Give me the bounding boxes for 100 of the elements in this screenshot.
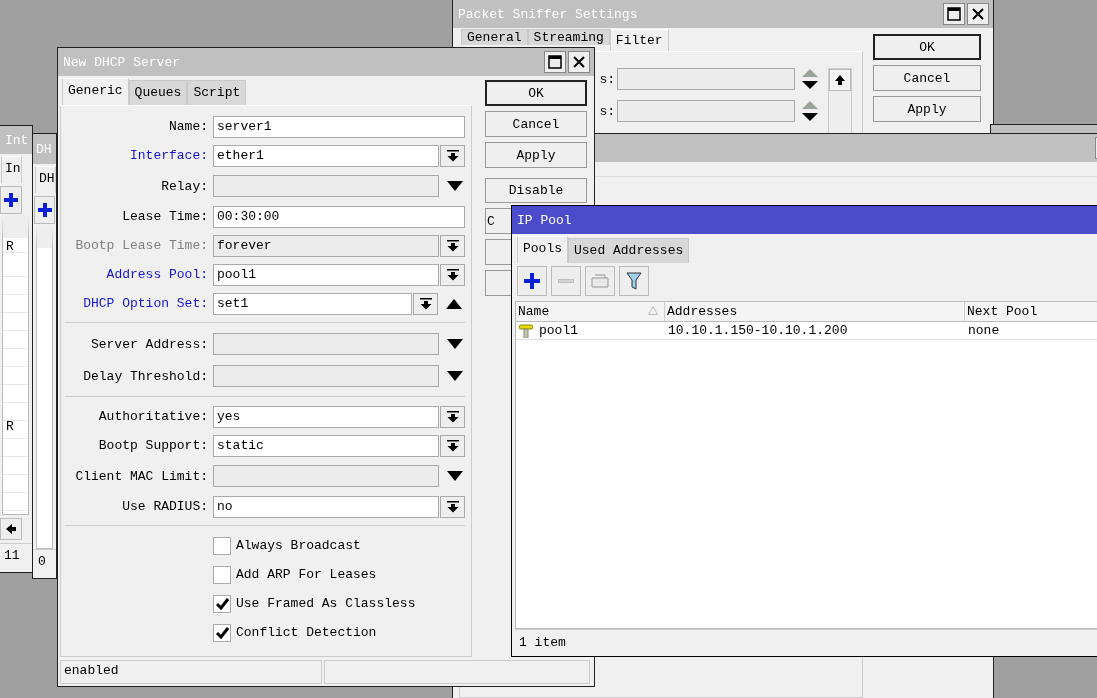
filter-button[interactable] bbox=[619, 266, 649, 296]
column-header[interactable]: Addresses bbox=[665, 302, 965, 321]
triangle-down-icon[interactable] bbox=[447, 471, 463, 481]
tab[interactable]: Script bbox=[187, 80, 247, 105]
arrow-down-icon bbox=[446, 410, 459, 423]
arrow-up-icon bbox=[835, 75, 845, 85]
up-down-arrows-icon[interactable] bbox=[801, 100, 819, 122]
checkbox[interactable] bbox=[213, 594, 231, 613]
field-label: Lease Time: bbox=[121, 209, 209, 224]
field-label: Bootp Lease Time: bbox=[74, 238, 209, 253]
field-label: DHCP Option Set: bbox=[82, 296, 209, 311]
field-label: Address Pool: bbox=[105, 267, 209, 282]
arrow-down-icon bbox=[419, 297, 432, 310]
maximize-icon bbox=[947, 7, 961, 21]
dropdown-button[interactable] bbox=[440, 144, 465, 167]
scroll-up-button[interactable] bbox=[829, 69, 851, 91]
checkbox[interactable] bbox=[213, 536, 231, 555]
dropdown-button[interactable] bbox=[440, 234, 465, 257]
plus-icon bbox=[4, 193, 18, 207]
up-down-arrows-icon[interactable] bbox=[801, 68, 819, 90]
sort-icon bbox=[648, 306, 658, 315]
field-label: Name: bbox=[168, 119, 209, 134]
dialog-button[interactable]: Apply bbox=[873, 96, 981, 122]
dropdown-field[interactable]: yes bbox=[213, 405, 439, 428]
dialog-button[interactable] bbox=[485, 239, 512, 265]
arrow-left-icon bbox=[6, 524, 16, 534]
tab[interactable]: In bbox=[1, 156, 22, 183]
column-header[interactable]: Name bbox=[516, 302, 665, 321]
field-label: Server Address: bbox=[89, 336, 209, 352]
dropdown-button[interactable] bbox=[440, 434, 465, 457]
dropdown-field[interactable]: pool1 bbox=[213, 263, 439, 286]
scrollbar[interactable] bbox=[828, 68, 852, 134]
maximize-button[interactable] bbox=[943, 3, 965, 25]
dropdown-button[interactable] bbox=[413, 292, 438, 315]
add-button[interactable] bbox=[34, 196, 55, 224]
tab[interactable]: Generic bbox=[62, 78, 129, 105]
dropdown-button[interactable] bbox=[440, 263, 465, 286]
arrow-down-icon bbox=[446, 239, 459, 252]
dialog-button[interactable]: Disable bbox=[485, 178, 587, 203]
dropdown-field[interactable]: set1 bbox=[213, 292, 412, 315]
status-text: enabled bbox=[60, 660, 322, 684]
tab[interactable]: Streaming bbox=[527, 29, 610, 45]
input-field[interactable] bbox=[213, 365, 439, 387]
table-cell: pool1 bbox=[539, 322, 578, 339]
close-icon bbox=[573, 56, 585, 68]
close-button[interactable] bbox=[568, 51, 590, 73]
dialog-button[interactable]: OK bbox=[485, 80, 587, 106]
dialog-button[interactable]: C bbox=[485, 208, 512, 234]
tab[interactable]: Queues bbox=[128, 80, 188, 105]
minus-icon bbox=[558, 279, 574, 283]
dialog-button[interactable]: OK bbox=[873, 34, 981, 60]
close-button[interactable] bbox=[967, 3, 989, 25]
dialog-button[interactable]: Cancel bbox=[485, 111, 587, 137]
pool-icon bbox=[519, 323, 533, 338]
checkbox[interactable] bbox=[213, 565, 231, 584]
dropdown-field[interactable]: static bbox=[213, 434, 439, 457]
scroll-left-button[interactable] bbox=[0, 518, 22, 540]
field-label: Authoritative: bbox=[97, 409, 209, 424]
dialog-button[interactable]: Cancel bbox=[873, 65, 981, 91]
triangle-up-icon[interactable] bbox=[446, 298, 462, 309]
input-field[interactable] bbox=[617, 100, 795, 122]
dialog-button[interactable]: Apply bbox=[485, 142, 587, 168]
checkbox[interactable] bbox=[213, 623, 231, 642]
input-field[interactable]: server1 bbox=[213, 115, 465, 138]
field-label: Use RADIUS: bbox=[121, 499, 209, 514]
dropdown-button[interactable] bbox=[440, 405, 465, 428]
input-field[interactable] bbox=[213, 333, 439, 355]
input-field[interactable]: 00:30:00 bbox=[213, 205, 465, 228]
tab[interactable]: Pools bbox=[517, 236, 568, 263]
status-text: 11 bbox=[4, 547, 20, 565]
tab[interactable]: DH bbox=[35, 166, 56, 193]
maximize-button[interactable] bbox=[544, 51, 566, 73]
window-title: IP Pool bbox=[517, 212, 572, 228]
dropdown-field[interactable]: no bbox=[213, 495, 439, 518]
dropdown-field[interactable]: ether1 bbox=[213, 144, 439, 167]
column-header[interactable]: Next Pool bbox=[965, 302, 1097, 321]
input-field[interactable] bbox=[213, 175, 439, 197]
window-title: Packet Sniffer Settings bbox=[458, 6, 638, 22]
triangle-down-icon[interactable] bbox=[447, 181, 463, 191]
checkbox-label: Always Broadcast bbox=[236, 538, 361, 553]
field-label: Relay: bbox=[160, 178, 209, 194]
status-text: 1 item bbox=[519, 635, 566, 650]
arrow-down-icon bbox=[446, 268, 459, 281]
maximize-icon bbox=[548, 55, 562, 69]
add-button[interactable] bbox=[0, 186, 22, 214]
checkbox-label: Use Framed As Classless bbox=[236, 596, 416, 611]
tab[interactable]: Used Addresses bbox=[568, 238, 690, 263]
dropdown-button[interactable] bbox=[440, 495, 465, 518]
checkbox-label: Add ARP For Leases bbox=[236, 567, 377, 582]
triangle-down-icon[interactable] bbox=[447, 339, 463, 349]
note-icon bbox=[591, 274, 609, 288]
dialog-button[interactable] bbox=[485, 270, 512, 296]
field-label: Client MAC Limit: bbox=[74, 468, 209, 484]
add-button[interactable] bbox=[517, 266, 547, 296]
table-cell-text: none bbox=[967, 322, 1001, 339]
triangle-down-icon[interactable] bbox=[447, 371, 463, 381]
checkbox-label: Conflict Detection bbox=[236, 625, 377, 640]
tab[interactable]: General bbox=[461, 29, 528, 45]
input-field[interactable] bbox=[213, 465, 439, 487]
input-field[interactable] bbox=[617, 68, 795, 90]
